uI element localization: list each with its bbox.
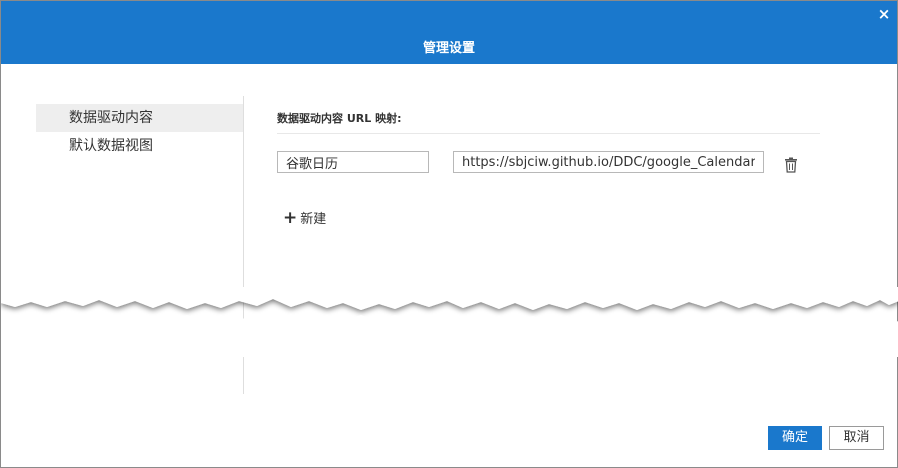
manage-settings-dialog: 管理设置 × 数据驱动内容 默认数据视图 数据驱动内容 URL 映射: +新建 [0, 0, 898, 468]
cancel-button[interactable]: 取消 [829, 426, 884, 450]
dialog-title: 管理设置 [422, 41, 475, 56]
sidebar-item-label: 数据驱动内容 [69, 110, 153, 126]
mapping-name-input[interactable] [277, 151, 429, 173]
trash-icon[interactable] [784, 157, 798, 173]
dialog-titlebar: 管理设置 × [1, 1, 897, 64]
sidebar-item-data-driven-content[interactable]: 数据驱动内容 [36, 104, 243, 132]
plus-icon: + [283, 208, 298, 228]
sidebar-item-default-data-view[interactable]: 默认数据视图 [36, 132, 243, 160]
sidebar-item-label: 默认数据视图 [69, 138, 153, 154]
torn-edge-divider [1, 287, 898, 357]
mapping-url-input[interactable] [453, 151, 764, 173]
section-label: 数据驱动内容 URL 映射: [277, 112, 402, 125]
ok-button[interactable]: 确定 [768, 426, 822, 450]
close-icon[interactable]: × [877, 7, 891, 22]
section-divider [277, 133, 820, 134]
new-mapping-label: 新建 [300, 212, 327, 227]
new-mapping-button[interactable]: + 新建 [283, 208, 326, 228]
